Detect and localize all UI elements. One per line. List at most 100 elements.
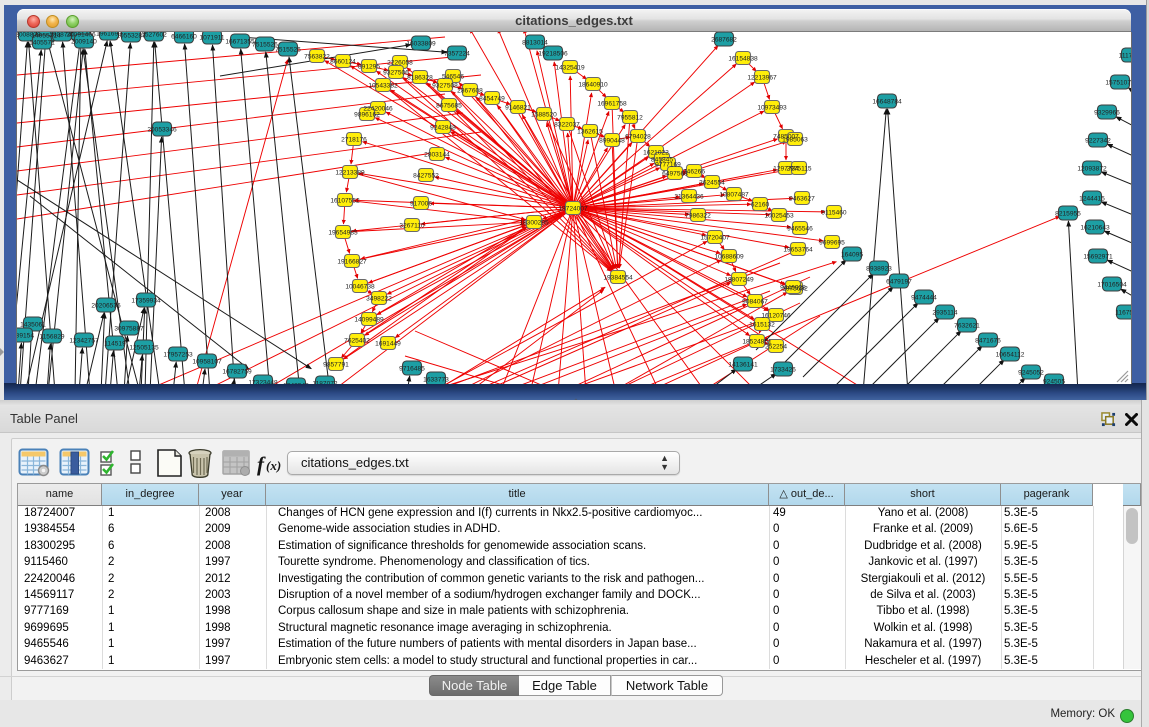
- svg-text:10654112: 10654112: [996, 351, 1025, 358]
- svg-text:17957253: 17957253: [163, 351, 193, 358]
- svg-text:2009140: 2009140: [71, 38, 97, 45]
- svg-text:16107552: 16107552: [330, 197, 360, 204]
- svg-text:2226058: 2226058: [387, 59, 413, 66]
- svg-text:9777169: 9777169: [655, 161, 681, 168]
- svg-text:18640910: 18640910: [578, 81, 608, 88]
- svg-text:8427552: 8427552: [413, 172, 439, 179]
- svg-text:1117394: 1117394: [1119, 52, 1131, 59]
- svg-text:8990448: 8990448: [599, 137, 625, 144]
- svg-text:3267110: 3267110: [399, 222, 425, 229]
- svg-text:19166827: 19166827: [337, 258, 367, 265]
- svg-text:1342543: 1342543: [283, 382, 309, 384]
- svg-text:16154838: 16154838: [728, 55, 758, 62]
- svg-text:1156829: 1156829: [39, 333, 65, 340]
- svg-text:14099489: 14099489: [354, 316, 384, 323]
- svg-text:12505135: 12505135: [129, 344, 159, 351]
- svg-text:9327506: 9327506: [383, 69, 409, 76]
- svg-text:8322037: 8322037: [554, 121, 580, 128]
- svg-text:1435061: 1435061: [20, 321, 46, 328]
- svg-text:16210643: 16210643: [1080, 224, 1110, 231]
- svg-text:10543382: 10543382: [368, 82, 398, 89]
- svg-text:16120746: 16120746: [761, 312, 791, 319]
- svg-text:18807249: 18807249: [724, 276, 754, 283]
- svg-text:7515526: 7515526: [275, 46, 301, 53]
- svg-text:9474444: 9474444: [911, 294, 937, 301]
- svg-text:10688609: 10688609: [714, 253, 744, 260]
- svg-text:1244415: 1244415: [1079, 195, 1105, 202]
- svg-text:10973493: 10973493: [757, 104, 787, 111]
- svg-text:19218506: 19218506: [538, 50, 568, 57]
- svg-text:10958107: 10958107: [192, 358, 222, 365]
- svg-text:1621022: 1621022: [643, 149, 669, 156]
- svg-text:21364436: 21364436: [674, 193, 704, 200]
- svg-text:10046738: 10046738: [345, 283, 375, 290]
- svg-text:20053346: 20053346: [147, 126, 177, 133]
- svg-text:3498222: 3498222: [366, 295, 392, 302]
- svg-text:(x): (x): [266, 458, 281, 473]
- svg-text:2803144: 2803144: [424, 151, 450, 158]
- svg-text:1985063: 1985063: [782, 136, 808, 143]
- svg-text:15692971: 15692971: [1083, 253, 1113, 260]
- svg-text:19384554: 19384554: [603, 274, 633, 281]
- svg-text:2687682: 2687682: [711, 36, 737, 43]
- svg-text:18724007: 18724007: [558, 205, 588, 212]
- svg-text:924505: 924505: [1043, 378, 1065, 384]
- svg-text:8215955: 8215955: [1055, 210, 1081, 217]
- svg-text:9699695: 9699695: [819, 239, 845, 246]
- svg-text:9465546: 9465546: [787, 225, 813, 232]
- svg-text:2975115: 2975115: [786, 165, 812, 172]
- svg-text:252254: 252254: [765, 343, 787, 350]
- svg-text:15720407: 15720407: [700, 234, 730, 241]
- svg-text:9227342: 9227342: [1085, 137, 1111, 144]
- svg-text:17323448: 17323448: [248, 379, 278, 384]
- svg-text:9327508: 9327508: [432, 82, 458, 89]
- svg-text:7955812: 7955812: [617, 114, 643, 121]
- svg-text:1615132: 1615132: [749, 321, 775, 328]
- svg-text:9329966: 9329966: [1094, 109, 1120, 116]
- svg-text:f: f: [257, 452, 266, 476]
- svg-text:16648784: 16648784: [872, 98, 902, 105]
- svg-text:30975887: 30975887: [114, 325, 144, 332]
- svg-text:8471676: 8471676: [975, 337, 1001, 344]
- svg-text:12213389: 12213389: [335, 169, 365, 176]
- svg-text:746266: 746266: [683, 168, 705, 175]
- svg-text:9245052: 9245052: [1018, 369, 1044, 376]
- svg-text:1362615: 1362615: [577, 128, 603, 135]
- svg-text:1733426: 1733426: [770, 366, 796, 373]
- svg-text:62160: 62160: [751, 201, 770, 208]
- svg-text:9242848: 9242848: [430, 124, 456, 131]
- svg-text:9463627: 9463627: [789, 195, 815, 202]
- svg-text:3624554: 3624554: [699, 179, 725, 186]
- svg-text:6794028: 6794028: [625, 133, 651, 140]
- svg-text:1071911: 1071911: [199, 34, 225, 41]
- svg-text:9115460: 9115460: [821, 209, 847, 216]
- svg-text:1588520: 1588520: [531, 111, 557, 118]
- svg-text:9084067: 9084067: [742, 298, 768, 305]
- svg-text:1187072: 1187072: [312, 380, 338, 384]
- svg-text:18300295: 18300295: [519, 219, 549, 226]
- svg-text:7625402: 7625402: [344, 337, 370, 344]
- svg-text:16671355: 16671355: [225, 38, 255, 45]
- svg-text:7357224: 7357224: [444, 50, 470, 57]
- svg-text:20206536: 20206536: [91, 302, 121, 309]
- svg-text:8186328: 8186328: [407, 74, 433, 81]
- svg-text:7632621: 7632621: [954, 322, 980, 329]
- svg-text:17016504: 17016504: [1097, 281, 1127, 288]
- svg-text:8660124: 8660124: [330, 58, 356, 65]
- svg-text:8675685: 8675685: [436, 102, 462, 109]
- svg-text:6466160: 6466160: [171, 33, 197, 40]
- svg-text:16782759: 16782759: [222, 368, 252, 375]
- svg-text:12213967: 12213967: [747, 74, 777, 81]
- svg-text:16961758: 16961758: [597, 100, 627, 107]
- svg-text:9146821: 9146821: [505, 104, 531, 111]
- svg-text:17359934: 17359934: [131, 297, 161, 304]
- svg-text:19654985: 19654985: [328, 229, 358, 236]
- svg-text:114519: 114519: [104, 340, 126, 347]
- svg-text:9857791: 9857791: [323, 361, 349, 368]
- svg-text:7563822: 7563822: [304, 53, 330, 60]
- svg-text:8454749: 8454749: [479, 95, 505, 102]
- svg-text:1691449: 1691449: [375, 340, 401, 347]
- svg-text:12093872: 12093872: [1077, 165, 1107, 172]
- svg-text:546546: 546546: [442, 73, 464, 80]
- svg-text:2718176: 2718176: [341, 136, 367, 143]
